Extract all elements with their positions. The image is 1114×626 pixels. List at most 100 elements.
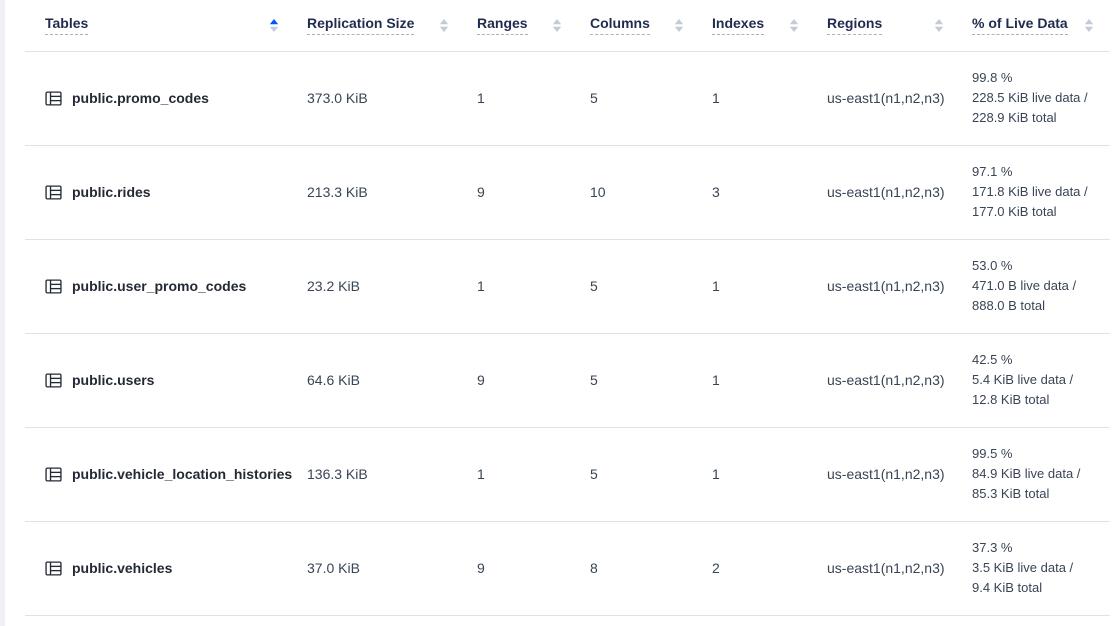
table-name-link[interactable]: public.promo_codes xyxy=(72,90,209,106)
live-data-percent: 99.8 % xyxy=(972,68,1104,88)
live-data-cell: 97.1 % 171.8 KiB live data / 177.0 KiB t… xyxy=(960,145,1110,239)
table-icon xyxy=(45,372,62,389)
regions-cell: us-east1(n1,n2,n3) xyxy=(815,427,960,521)
indexes-cell: 1 xyxy=(700,51,815,145)
column-header-label: Ranges xyxy=(477,15,528,35)
table-body: public.promo_codes 373.0 KiB 1 5 1 us-ea… xyxy=(25,51,1110,615)
table-icon xyxy=(45,90,62,107)
ranges-cell: 1 xyxy=(465,427,578,521)
table-name-cell: public.rides xyxy=(25,145,295,239)
sort-arrows-icon[interactable] xyxy=(1084,18,1094,33)
table-name-cell: public.promo_codes xyxy=(25,51,295,145)
replication-size-cell: 64.6 KiB xyxy=(295,333,465,427)
live-data-percent: 37.3 % xyxy=(972,538,1104,558)
column-header-ranges[interactable]: Ranges xyxy=(465,0,578,51)
column-header-label: Tables xyxy=(45,15,88,35)
table-row: public.vehicle_location_histories 136.3 … xyxy=(25,427,1110,521)
table-name-link[interactable]: public.users xyxy=(72,372,154,388)
ranges-cell: 9 xyxy=(465,145,578,239)
live-data-amount: 228.5 KiB live data / xyxy=(972,88,1104,108)
live-data-cell: 53.0 % 471.0 B live data / 888.0 B total xyxy=(960,239,1110,333)
table-icon xyxy=(45,184,62,201)
column-header-replication-size[interactable]: Replication Size xyxy=(295,0,465,51)
table-icon xyxy=(45,560,62,577)
column-header-regions[interactable]: Regions xyxy=(815,0,960,51)
table-name-cell: public.vehicle_location_histories xyxy=(25,427,295,521)
live-data-percent: 42.5 % xyxy=(972,350,1104,370)
total-data-amount: 177.0 KiB total xyxy=(972,202,1104,222)
table-name-cell: public.users xyxy=(25,333,295,427)
columns-cell: 5 xyxy=(578,239,700,333)
column-header-label: Columns xyxy=(590,15,650,35)
sort-arrows-icon[interactable] xyxy=(674,18,684,33)
total-data-amount: 9.4 KiB total xyxy=(972,578,1104,598)
table-name-link[interactable]: public.rides xyxy=(72,184,151,200)
live-data-cell: 37.3 % 3.5 KiB live data / 9.4 KiB total xyxy=(960,521,1110,615)
replication-size-cell: 37.0 KiB xyxy=(295,521,465,615)
sort-arrows-icon[interactable] xyxy=(269,18,279,33)
column-header-indexes[interactable]: Indexes xyxy=(700,0,815,51)
column-header-label: Replication Size xyxy=(307,15,414,35)
live-data-amount: 471.0 B live data / xyxy=(972,276,1104,296)
live-data-amount: 3.5 KiB live data / xyxy=(972,558,1104,578)
live-data-percent: 97.1 % xyxy=(972,162,1104,182)
ranges-cell: 9 xyxy=(465,521,578,615)
columns-cell: 5 xyxy=(578,427,700,521)
total-data-amount: 12.8 KiB total xyxy=(972,390,1104,410)
table-icon xyxy=(45,466,62,483)
column-header-columns[interactable]: Columns xyxy=(578,0,700,51)
sort-arrows-icon[interactable] xyxy=(934,18,944,33)
table-row: public.rides 213.3 KiB 9 10 3 us-east1(n… xyxy=(25,145,1110,239)
total-data-amount: 888.0 B total xyxy=(972,296,1104,316)
live-data-cell: 99.5 % 84.9 KiB live data / 85.3 KiB tot… xyxy=(960,427,1110,521)
indexes-cell: 3 xyxy=(700,145,815,239)
table-icon xyxy=(45,278,62,295)
live-data-amount: 171.8 KiB live data / xyxy=(972,182,1104,202)
regions-cell: us-east1(n1,n2,n3) xyxy=(815,521,960,615)
column-header-tables[interactable]: Tables xyxy=(25,0,295,51)
columns-cell: 10 xyxy=(578,145,700,239)
table-row: public.vehicles 37.0 KiB 9 8 2 us-east1(… xyxy=(25,521,1110,615)
column-header-live-data[interactable]: % of Live Data xyxy=(960,0,1110,51)
table-name-cell: public.vehicles xyxy=(25,521,295,615)
column-header-label: Regions xyxy=(827,15,882,35)
replication-size-cell: 23.2 KiB xyxy=(295,239,465,333)
total-data-amount: 85.3 KiB total xyxy=(972,484,1104,504)
live-data-amount: 5.4 KiB live data / xyxy=(972,370,1104,390)
live-data-percent: 53.0 % xyxy=(972,256,1104,276)
ranges-cell: 9 xyxy=(465,333,578,427)
indexes-cell: 1 xyxy=(700,427,815,521)
live-data-percent: 99.5 % xyxy=(972,444,1104,464)
replication-size-cell: 136.3 KiB xyxy=(295,427,465,521)
table-name-cell: public.user_promo_codes xyxy=(25,239,295,333)
indexes-cell: 1 xyxy=(700,239,815,333)
replication-size-cell: 373.0 KiB xyxy=(295,51,465,145)
indexes-cell: 1 xyxy=(700,333,815,427)
table-header-row: Tables Replication Size xyxy=(25,0,1110,51)
regions-cell: us-east1(n1,n2,n3) xyxy=(815,145,960,239)
table-row: public.users 64.6 KiB 9 5 1 us-east1(n1,… xyxy=(25,333,1110,427)
live-data-amount: 84.9 KiB live data / xyxy=(972,464,1104,484)
tables-table: Tables Replication Size xyxy=(25,0,1110,616)
column-header-label: % of Live Data xyxy=(972,15,1068,35)
column-header-label: Indexes xyxy=(712,15,764,35)
ranges-cell: 1 xyxy=(465,51,578,145)
sort-arrows-icon[interactable] xyxy=(789,18,799,33)
regions-cell: us-east1(n1,n2,n3) xyxy=(815,239,960,333)
live-data-cell: 99.8 % 228.5 KiB live data / 228.9 KiB t… xyxy=(960,51,1110,145)
table-row: public.promo_codes 373.0 KiB 1 5 1 us-ea… xyxy=(25,51,1110,145)
total-data-amount: 228.9 KiB total xyxy=(972,108,1104,128)
columns-cell: 5 xyxy=(578,51,700,145)
regions-cell: us-east1(n1,n2,n3) xyxy=(815,51,960,145)
sort-arrows-icon[interactable] xyxy=(439,18,449,33)
live-data-cell: 42.5 % 5.4 KiB live data / 12.8 KiB tota… xyxy=(960,333,1110,427)
replication-size-cell: 213.3 KiB xyxy=(295,145,465,239)
columns-cell: 8 xyxy=(578,521,700,615)
table-row: public.user_promo_codes 23.2 KiB 1 5 1 u… xyxy=(25,239,1110,333)
indexes-cell: 2 xyxy=(700,521,815,615)
table-name-link[interactable]: public.vehicles xyxy=(72,560,172,576)
sort-arrows-icon[interactable] xyxy=(552,18,562,33)
columns-cell: 5 xyxy=(578,333,700,427)
table-name-link[interactable]: public.vehicle_location_histories xyxy=(72,466,292,482)
table-name-link[interactable]: public.user_promo_codes xyxy=(72,278,246,294)
